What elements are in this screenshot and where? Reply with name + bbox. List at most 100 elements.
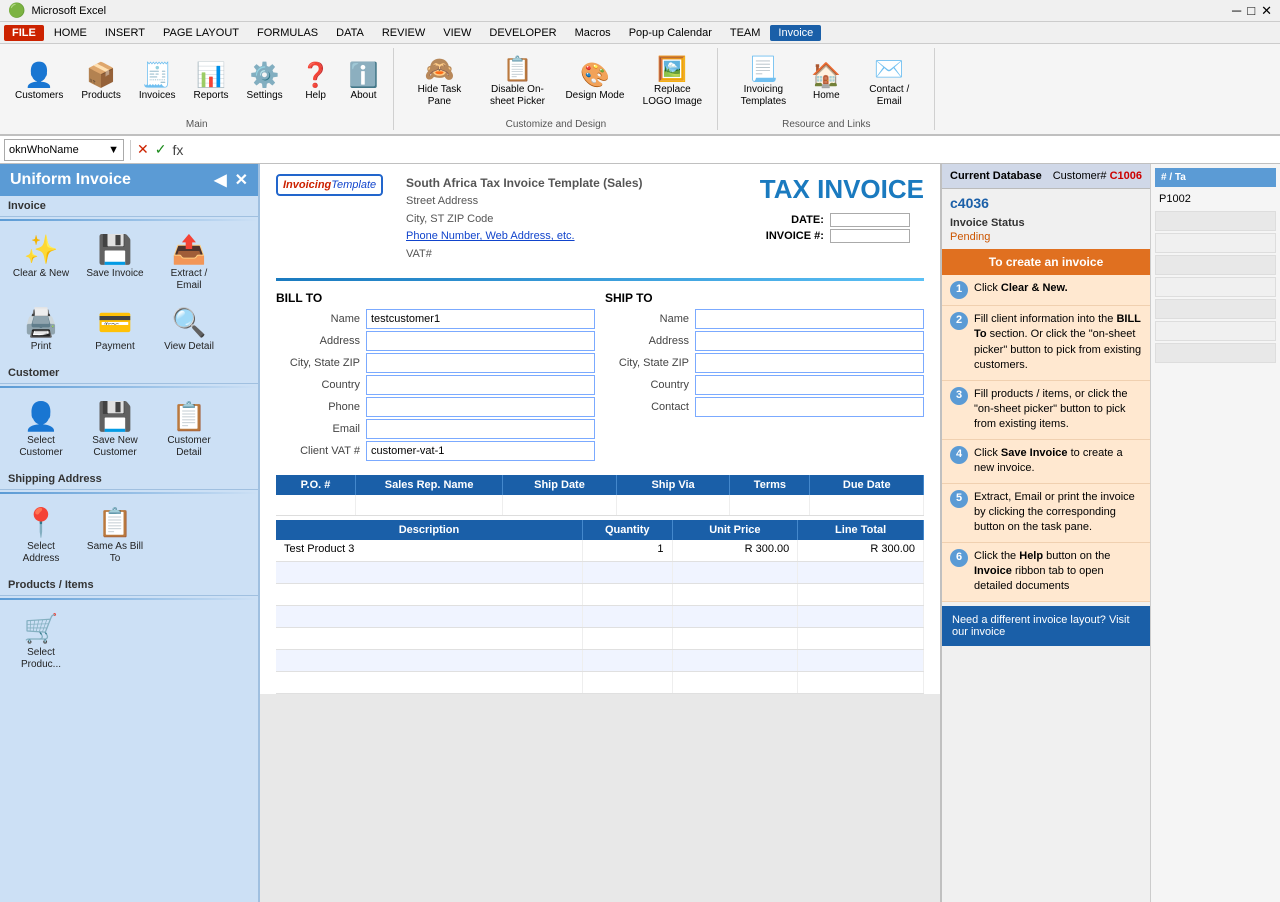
bill-phone-input[interactable] xyxy=(366,397,595,417)
invoice-address: South Africa Tax Invoice Template (Sales… xyxy=(406,174,750,264)
step-text-5: Extract, Email or print the invoice by c… xyxy=(974,490,1142,536)
ship-name-input[interactable] xyxy=(695,309,924,329)
menu-bar: FILE HOME INSERT PAGE LAYOUT FORMULAS DA… xyxy=(0,22,1280,44)
tp-btn-save-invoice[interactable]: 💾 Save Invoice xyxy=(80,229,150,296)
menu-developer[interactable]: DEVELOPER xyxy=(481,25,564,41)
ribbon-btn-settings[interactable]: ⚙️ Settings xyxy=(240,60,290,106)
bill-section: BILL TO Name Address City, State ZIP xyxy=(276,291,595,463)
tp-btn-extract-email[interactable]: 📤 Extract / Email xyxy=(154,229,224,296)
tp-btn-select-product[interactable]: 🛒 Select Produc... xyxy=(6,608,76,675)
menu-team[interactable]: TEAM xyxy=(722,25,769,41)
name-box[interactable]: oknWhoName ▼ xyxy=(4,139,124,161)
bill-vat-input[interactable] xyxy=(366,441,595,461)
bill-city-input[interactable] xyxy=(366,353,595,373)
step-text-3: Fill products / items, or click the "on-… xyxy=(974,387,1142,433)
ribbon-btn-customers[interactable]: 👤 Customers xyxy=(8,60,70,106)
ribbon-btn-invoicing-templates[interactable]: 📃 Invoicing Templates xyxy=(726,54,800,112)
menu-home[interactable]: HOME xyxy=(46,25,95,41)
invoice-wrapper: InvoicingTemplate South Africa Tax Invoi… xyxy=(260,164,940,694)
current-db-label: Current Database xyxy=(950,170,1042,182)
po-header-sales-rep: Sales Rep. Name xyxy=(356,475,503,495)
po-cell-terms xyxy=(730,495,810,515)
product-unit-price-2 xyxy=(673,562,799,583)
ribbon-btn-disable-on-sheet[interactable]: 📋 Disable On-sheet Picker xyxy=(480,54,554,112)
bill-country-input[interactable] xyxy=(366,375,595,395)
task-pane-chevron-icon[interactable]: ◀ xyxy=(214,170,226,190)
db-value: c4036 xyxy=(950,195,1142,211)
tp-btn-payment[interactable]: 💳 Payment xyxy=(80,302,150,357)
ribbon-btn-contact-email[interactable]: ✉️ Contact / Email xyxy=(852,54,926,112)
formula-cancel-icon[interactable]: ✕ xyxy=(137,141,149,158)
bill-address-input[interactable] xyxy=(366,331,595,351)
product-unit-price-6 xyxy=(673,650,799,671)
tp-btn-print[interactable]: 🖨️ Print xyxy=(6,302,76,357)
menu-page-layout[interactable]: PAGE LAYOUT xyxy=(155,25,247,41)
tp-section-customer: Customer xyxy=(0,363,258,384)
tp-btn-clear-new[interactable]: ✨ Clear & New xyxy=(6,229,76,296)
tp-btn-save-new-customer[interactable]: 💾 Save New Customer xyxy=(80,396,150,463)
step-num-3: 3 xyxy=(950,387,968,405)
ship-country-input[interactable] xyxy=(695,375,924,395)
step-num-6: 6 xyxy=(950,549,968,567)
tp-btn-same-as-bill[interactable]: 📋 Same As Bill To xyxy=(80,502,150,569)
product-unit-price-7 xyxy=(673,672,799,693)
products-row-1: Test Product 3 1 R 300.00 R 300.00 xyxy=(276,540,924,562)
menu-formulas[interactable]: FORMULAS xyxy=(249,25,326,41)
menu-macros[interactable]: Macros xyxy=(567,25,619,41)
ribbon-btn-home[interactable]: 🏠 Home xyxy=(804,60,848,106)
bill-name-input[interactable] xyxy=(366,309,595,329)
bill-name-row: Name xyxy=(276,309,595,329)
ribbon-btn-about[interactable]: ℹ️ About xyxy=(342,60,386,106)
product-qty-3 xyxy=(583,584,673,605)
menu-invoice[interactable]: Invoice xyxy=(770,25,821,41)
product-line-total-2 xyxy=(798,562,924,583)
menu-insert[interactable]: INSERT xyxy=(97,25,153,41)
formula-input[interactable] xyxy=(187,139,1276,161)
tp-btn-select-customer[interactable]: 👤 Select Customer xyxy=(6,396,76,463)
step-num-5: 5 xyxy=(950,490,968,508)
tp-btn-customer-detail[interactable]: 📋 Customer Detail xyxy=(154,396,224,463)
ribbon-btn-hide-task-pane[interactable]: 🙈 Hide Task Pane xyxy=(402,54,476,112)
product-line-total-7 xyxy=(798,672,924,693)
step-num-2: 2 xyxy=(950,312,968,330)
menu-view[interactable]: VIEW xyxy=(435,25,479,41)
maximize-btn[interactable]: □ xyxy=(1247,3,1255,19)
customer-num-display: Customer# C1006 xyxy=(1053,170,1142,182)
ship-contact-input[interactable] xyxy=(695,397,924,417)
invoice-phone-link[interactable]: Phone Number, Web Address, etc. xyxy=(406,230,575,242)
extra-strip-row-5 xyxy=(1155,299,1276,319)
tax-invoice-title: TAX INVOICE xyxy=(760,174,924,205)
extra-strip-row-7 xyxy=(1155,343,1276,363)
minimize-btn[interactable]: ─ xyxy=(1232,3,1241,19)
step-text-4: Click Save Invoice to create a new invoi… xyxy=(974,446,1142,477)
tp-btn-select-address[interactable]: 📍 Select Address xyxy=(6,502,76,569)
product-desc-3 xyxy=(276,584,583,605)
tp-btn-view-detail[interactable]: 🔍 View Detail xyxy=(154,302,224,357)
product-desc-5 xyxy=(276,628,583,649)
bill-email-input[interactable] xyxy=(366,419,595,439)
product-unit-price-4 xyxy=(673,606,799,627)
formula-confirm-icon[interactable]: ✓ xyxy=(155,141,167,158)
bill-to-header: BILL TO xyxy=(276,291,595,305)
task-pane-close-icon[interactable]: ✕ xyxy=(235,170,248,190)
ribbon-group-resource-label: Resource and Links xyxy=(782,117,870,130)
ribbon-btn-replace-logo[interactable]: 🖼️ Replace LOGO Image xyxy=(635,54,709,112)
formula-bar-separator xyxy=(130,140,131,160)
ribbon-btn-invoices[interactable]: 🧾 Invoices xyxy=(132,60,183,106)
ribbon-btn-products[interactable]: 📦 Products xyxy=(74,60,127,106)
menu-file[interactable]: FILE xyxy=(4,25,44,41)
products-row-7 xyxy=(276,672,924,694)
ship-city-input[interactable] xyxy=(695,353,924,373)
ribbon-btn-help[interactable]: ❓ Help xyxy=(294,60,338,106)
po-table-row xyxy=(276,495,924,516)
menu-review[interactable]: REVIEW xyxy=(374,25,433,41)
ship-address-input[interactable] xyxy=(695,331,924,351)
menu-popup-calendar[interactable]: Pop-up Calendar xyxy=(621,25,720,41)
menu-data[interactable]: DATA xyxy=(328,25,372,41)
ribbon-btn-reports[interactable]: 📊 Reports xyxy=(187,60,236,106)
close-btn[interactable]: ✕ xyxy=(1261,3,1272,19)
products-table-header: Description Quantity Unit Price Line Tot… xyxy=(276,520,924,540)
spreadsheet-area: InvoicingTemplate South Africa Tax Invoi… xyxy=(260,164,940,902)
ribbon-btn-design-mode[interactable]: 🎨 Design Mode xyxy=(558,60,631,106)
formula-fx-icon[interactable]: fx xyxy=(172,142,183,158)
